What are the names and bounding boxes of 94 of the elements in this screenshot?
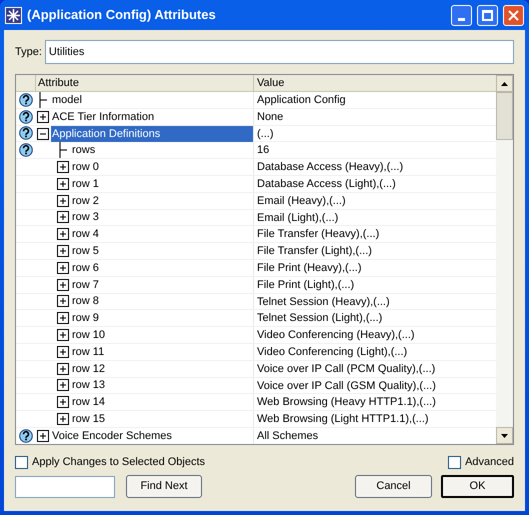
app-icon (5, 6, 22, 24)
attribute-value[interactable]: Web Browsing (Light HTTP1.1),(...) (254, 411, 496, 427)
attribute-name[interactable]: model (51, 92, 82, 108)
find-button[interactable]: Find Next (126, 475, 202, 498)
expand-icon[interactable] (56, 396, 68, 408)
expand-icon[interactable] (56, 262, 68, 274)
expand-icon[interactable] (56, 413, 68, 426)
tree-line (58, 142, 66, 158)
help-icon[interactable] (19, 143, 33, 158)
expand-icon[interactable] (56, 278, 68, 291)
maximize-icon (482, 10, 493, 20)
expand-icon[interactable] (56, 194, 68, 207)
attribute-name[interactable]: row 14 (71, 394, 106, 410)
scroll-down-button[interactable] (496, 427, 513, 444)
help-icon[interactable] (19, 428, 33, 443)
attribute-name[interactable]: row 8 (71, 293, 99, 310)
attribute-name[interactable]: Application Definitions (51, 126, 253, 142)
close-button[interactable] (503, 4, 524, 26)
help-icon[interactable] (19, 126, 33, 140)
attribute-name[interactable]: row 11 (71, 344, 104, 360)
maximize-button[interactable] (477, 4, 498, 26)
attribute-value[interactable]: Voice over IP Call (GSM Quality),(...) (254, 378, 496, 394)
attribute-name[interactable]: row 9 (71, 310, 99, 326)
attribute-value[interactable]: Video Conferencing (Heavy),(...) (254, 327, 496, 343)
attribute-value[interactable]: None (254, 108, 496, 125)
attribute-value[interactable]: Video Conferencing (Light),(...) (254, 344, 496, 360)
attribute-value[interactable]: All Schemes (254, 428, 496, 444)
minimize-button[interactable] (451, 4, 472, 26)
attribute-name[interactable]: row 3 (71, 209, 99, 226)
column-header[interactable]: Value (254, 75, 496, 91)
type-field[interactable]: Utilities (44, 40, 514, 64)
expand-icon[interactable] (56, 228, 68, 240)
attribute-name[interactable]: ACE Tier Information (51, 108, 154, 125)
scroll-thumb[interactable] (496, 92, 513, 140)
cancel-button[interactable]: Cancel (355, 475, 432, 498)
checkbox[interactable] (448, 456, 462, 468)
ok-button[interactable]: OK (441, 475, 514, 498)
up-arrow-icon (501, 82, 508, 86)
column-header[interactable]: Attribute (36, 75, 254, 91)
expand-icon[interactable] (56, 211, 68, 224)
attribute-name[interactable]: row 0 (71, 159, 99, 176)
attribute-value[interactable]: File Print (Heavy),(...) (254, 260, 496, 276)
help-icon[interactable] (19, 110, 33, 124)
attribute-name[interactable]: row 12 (71, 360, 106, 377)
checkbox-label[interactable]: Advanced (465, 454, 514, 470)
expand-icon[interactable] (56, 312, 68, 324)
attribute-name[interactable]: row 6 (71, 260, 99, 276)
window-title: (Application Config) Attributes (27, 6, 217, 24)
help-icon[interactable] (19, 92, 33, 107)
attribute-value[interactable]: Application Config (254, 92, 496, 108)
expand-icon[interactable] (56, 161, 68, 174)
attribute-name[interactable]: row 10 (71, 327, 106, 344)
type-label: Type: (15, 44, 42, 60)
scrollbar[interactable] (496, 75, 513, 444)
attribute-value[interactable]: Web Browsing (Heavy HTTP1.1),(...) (254, 394, 496, 410)
scroll-up-button[interactable] (496, 75, 513, 92)
expand-icon[interactable] (56, 178, 68, 190)
attribute-value[interactable]: Email (Light),(...) (254, 210, 496, 226)
attribute-value[interactable]: 16 (254, 142, 496, 158)
attribute-name[interactable]: row 2 (71, 192, 99, 209)
attribute-value[interactable]: Database Access (Heavy),(...) (254, 159, 496, 175)
attribute-name[interactable]: row 5 (71, 243, 99, 260)
attribute-value[interactable]: Telnet Session (Heavy),(...) (254, 294, 496, 310)
attribute-value[interactable]: File Transfer (Light),(...) (254, 243, 496, 259)
attribute-name[interactable]: rows (71, 142, 96, 158)
minimize-icon (458, 18, 465, 20)
expand-icon[interactable] (56, 245, 68, 258)
collapse-icon[interactable] (36, 128, 48, 140)
attribute-value[interactable]: File Transfer (Heavy),(...) (254, 226, 496, 242)
find-field[interactable] (15, 476, 115, 498)
attribute-value[interactable]: (...) (254, 126, 496, 142)
checkbox-label[interactable]: Apply Changes to Selected Objects (32, 454, 206, 470)
attribute-value[interactable]: Database Access (Light),(...) (254, 176, 496, 192)
attribute-name[interactable]: row 4 (71, 226, 99, 242)
close-icon (508, 10, 519, 20)
attribute-name[interactable]: Voice Encoder Schemes (51, 428, 172, 444)
attribute-name[interactable]: row 13 (71, 377, 106, 394)
expand-icon[interactable] (56, 295, 68, 308)
attribute-value[interactable]: Voice over IP Call (PCM Quality),(...) (254, 360, 496, 377)
attribute-name[interactable]: row 7 (71, 276, 99, 293)
down-arrow-icon (501, 434, 508, 438)
attribute-value[interactable]: File Print (Light),(...) (254, 276, 496, 293)
expand-icon[interactable] (56, 362, 68, 375)
expand-icon[interactable] (56, 329, 68, 342)
attribute-name[interactable]: row 1 (71, 176, 99, 192)
expand-icon[interactable] (56, 379, 68, 392)
attribute-name[interactable]: row 15 (71, 411, 106, 428)
attribute-value[interactable]: Email (Heavy),(...) (254, 192, 496, 209)
expand-icon[interactable] (36, 110, 48, 123)
expand-icon[interactable] (56, 346, 68, 358)
attribute-value[interactable]: Telnet Session (Light),(...) (254, 310, 496, 326)
expand-icon[interactable] (36, 430, 48, 442)
checkbox[interactable] (15, 456, 28, 468)
tree-line (38, 92, 46, 108)
